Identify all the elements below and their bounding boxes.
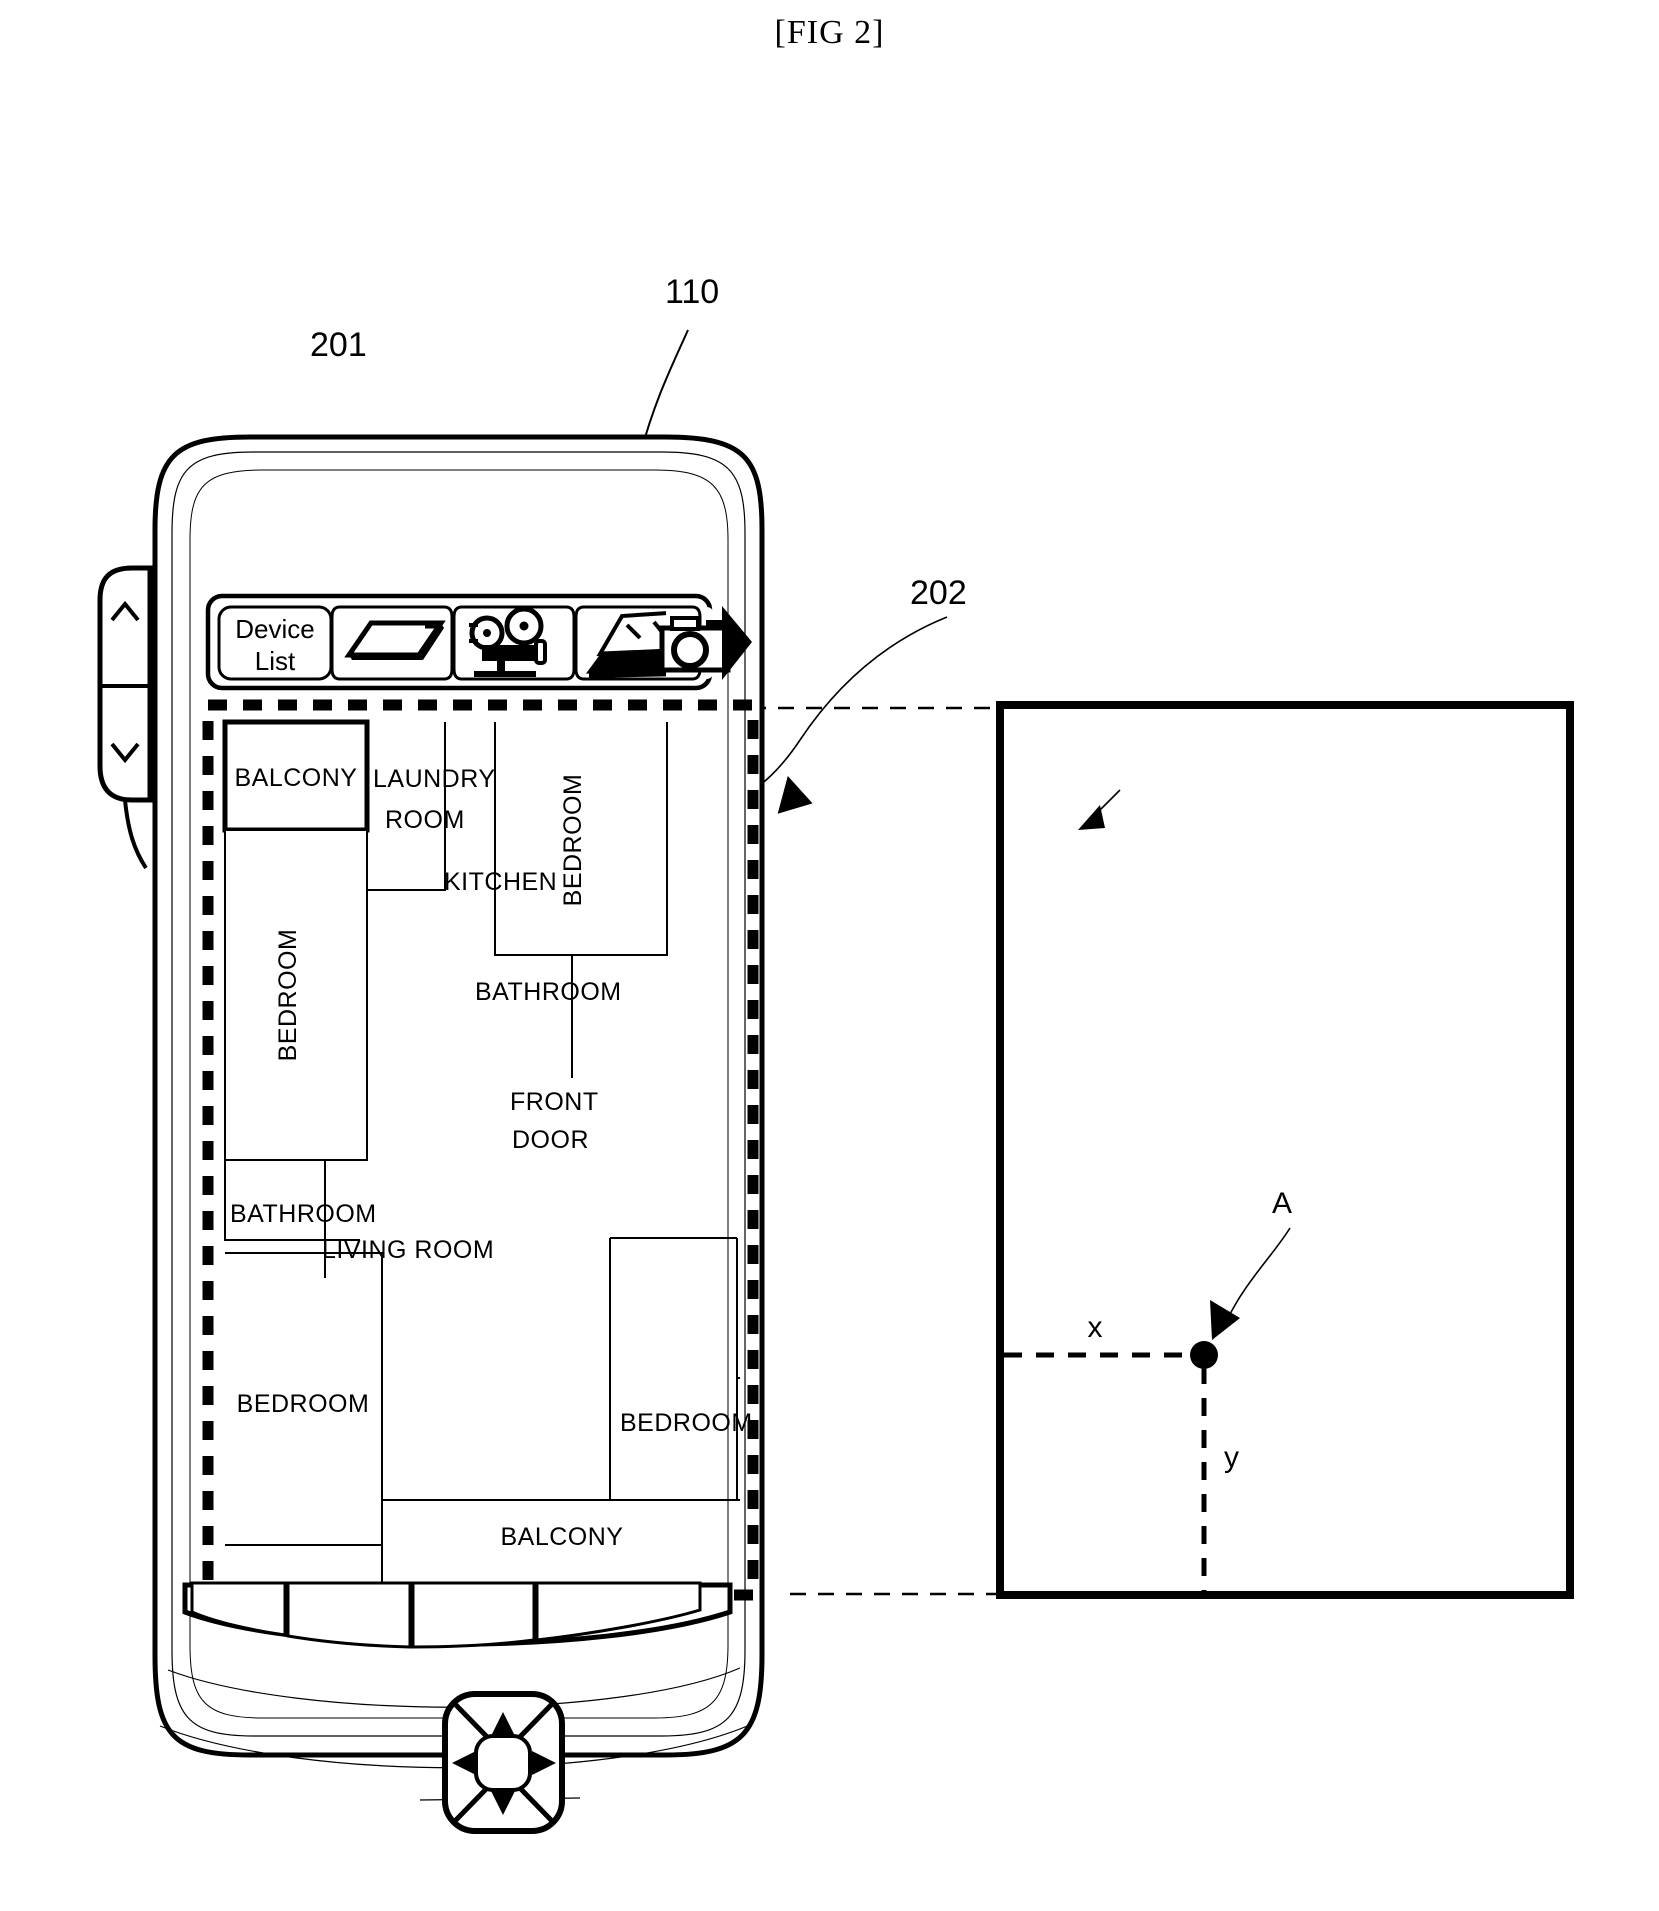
reference-202-label: 202: [910, 574, 967, 612]
room-label-front-door-line1: FRONT: [510, 1088, 599, 1116]
direction-pad[interactable]: [442, 1691, 565, 1834]
room-label-laundry-line1: LAUNDRY: [373, 765, 496, 793]
camera-icon: [659, 616, 731, 673]
room-label-bedroom-right-top: BEDROOM: [559, 774, 587, 907]
room-label-balcony-top: BALCONY: [235, 764, 358, 792]
projector-icon-button[interactable]: [452, 605, 576, 681]
room-label-balcony-bottom: BALCONY: [501, 1523, 624, 1551]
room-label-front-door-line2: DOOR: [512, 1126, 589, 1154]
tablet-icon-button[interactable]: [330, 605, 454, 681]
device-list-button[interactable]: Device List: [217, 605, 333, 681]
room-label-laundry-line2: ROOM: [385, 806, 465, 834]
device-list-label-line1: Device: [235, 614, 314, 644]
projection-connectors: [750, 706, 1000, 1596]
mobile-device[interactable]: Device List BALCONY BEDROOM LAUNDRY ROOM…: [97, 434, 765, 1834]
soft-key-3[interactable]: [411, 1581, 536, 1649]
reference-110-label: 110: [665, 273, 719, 311]
point-a-label: A: [1272, 1187, 1292, 1220]
reference-202-arrowhead: [777, 776, 813, 814]
x-label: x: [1088, 1311, 1103, 1344]
soft-key-2[interactable]: [286, 1581, 412, 1649]
room-label-living-room: LIVING ROOM: [322, 1236, 494, 1264]
reference-201-label: 201: [310, 326, 367, 364]
device-list-label-line2: List: [255, 646, 296, 676]
coordinate-panel-border: [996, 701, 1574, 1599]
figure-canvas: 110 201 202 Device List BALCONY BEDROOM …: [0, 0, 1659, 1911]
y-label: y: [1224, 1441, 1239, 1474]
room-label-bathroom-right: BATHROOM: [475, 978, 622, 1006]
dpad-center-key[interactable]: [474, 1734, 532, 1792]
side-key-housing[interactable]: [97, 565, 153, 870]
point-a-marker[interactable]: [1190, 1341, 1218, 1369]
room-label-bathroom-left: BATHROOM: [230, 1200, 377, 1228]
coordinate-panel[interactable]: x y A: [996, 701, 1574, 1599]
room-label-kitchen: KITCHEN: [444, 868, 557, 896]
toolbar[interactable]: Device List: [205, 593, 752, 691]
room-label-bedroom-left: BEDROOM: [274, 929, 302, 1062]
room-label-bedroom-bottom-right: BEDROOM: [620, 1409, 753, 1437]
room-label-bedroom-bottom-left: BEDROOM: [237, 1390, 370, 1418]
